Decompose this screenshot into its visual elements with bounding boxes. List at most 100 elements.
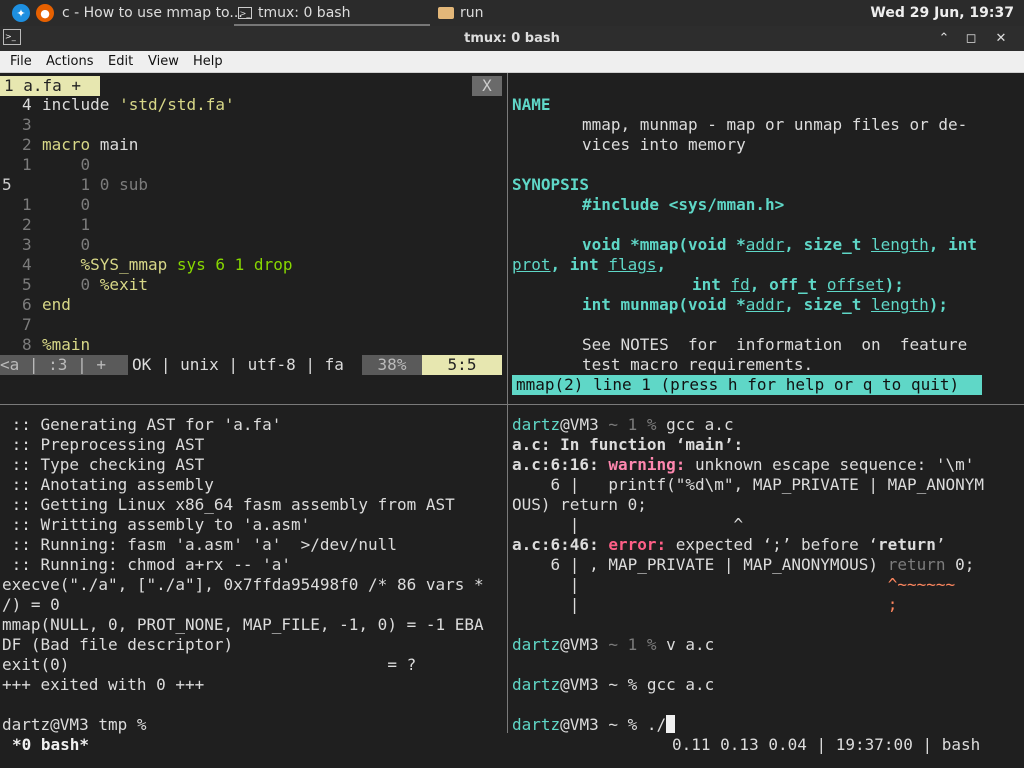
window-titlebar[interactable]: >_ tmux: 0 bash ⌃ ◻ ✕ xyxy=(0,26,1024,51)
compiler-error: a.c:6:46: error: expected ‘;’ before ‘re… xyxy=(512,535,946,554)
editor-line-number: 2 xyxy=(22,135,32,154)
tmux-status-right: 0.11 0.13 0.04 | 19:37:00 | bash xyxy=(672,735,981,754)
window-title: tmux: 0 bash xyxy=(464,31,560,46)
menu-file[interactable]: File xyxy=(10,51,32,73)
menu-edit[interactable]: Edit xyxy=(108,51,133,73)
editor-line-number: 3 xyxy=(22,235,32,254)
top-taskbar: ✦ ● c - How to use mmap to... >_ tmux: 0… xyxy=(0,0,1024,26)
terminal-icon: >_ xyxy=(238,7,252,19)
task-terminal-label: tmux: 0 bash xyxy=(258,5,351,21)
editor-line[interactable]: 0 %exit xyxy=(42,275,148,295)
shell-prompt-line: dartz@VM3 ~ 1 % v a.c xyxy=(512,635,715,654)
task-folder[interactable]: run xyxy=(438,0,484,26)
man-proto-line: prot, int flags, xyxy=(512,255,667,274)
compiler-warning: a.c:6:16: warning: unknown escape sequen… xyxy=(512,455,975,474)
compiler-source: 6 | , MAP_PRIVATE | MAP_ANONYMOUS) retur… xyxy=(512,555,975,574)
editor-status-info: OK | unix | utf-8 | fa xyxy=(132,355,344,374)
compiler-source: 6 | printf("%d\m", MAP_PRIVATE | MAP_ANO… xyxy=(512,475,985,494)
editor-line[interactable]: 0 xyxy=(42,235,91,255)
compiler-caret: | ^ xyxy=(512,515,744,534)
pane-divider-top[interactable] xyxy=(507,73,508,404)
editor-line-number: 7 xyxy=(22,315,32,334)
task-browser-label: c - How to use mmap to... xyxy=(62,5,243,21)
editor-line-number: 3 xyxy=(22,115,32,134)
compiler-caret: | ^~~~~~~ xyxy=(512,575,956,594)
log-line: +++ exited with 0 +++ xyxy=(2,675,205,694)
man-proto-line: void *mmap(void *addr, size_t length, in… xyxy=(582,235,977,254)
menu-view[interactable]: View xyxy=(148,51,179,73)
log-line: :: Getting Linux x86_64 fasm assembly fr… xyxy=(2,495,455,514)
menu-help[interactable]: Help xyxy=(193,51,223,73)
man-name-header: NAME xyxy=(512,95,551,114)
man-text: See NOTES for information on feature xyxy=(582,335,968,354)
editor-line[interactable]: %main xyxy=(42,335,90,355)
shell-prompt[interactable]: dartz@VM3 tmp % xyxy=(2,715,147,735)
compiler-output: a.c: In function ‘main’: xyxy=(512,435,744,454)
man-text: test macro requirements. xyxy=(582,355,814,374)
log-line: DF (Bad file descriptor) xyxy=(2,635,234,654)
close-button[interactable]: ✕ xyxy=(990,26,1012,51)
editor-line[interactable]: 1 xyxy=(42,215,91,235)
pane-divider-horizontal[interactable] xyxy=(0,404,1024,405)
log-line: mmap(NULL, 0, PROT_NONE, MAP_FILE, -1, 0… xyxy=(2,615,484,634)
log-line: :: Running: fasm 'a.asm' 'a' >/dev/null xyxy=(2,535,397,554)
app-menu-icon[interactable]: ✦ xyxy=(12,4,30,22)
editor-line[interactable]: macro main xyxy=(42,135,138,155)
compiler-source: OUS) return 0; xyxy=(512,495,647,514)
editor-close-button[interactable]: X xyxy=(472,76,502,96)
log-line: /) = 0 xyxy=(2,595,60,614)
editor-line-number: 8 xyxy=(22,335,32,354)
editor-line-number: 5 xyxy=(22,275,32,294)
log-line: :: Anotating assembly xyxy=(2,475,214,494)
minimize-button[interactable]: ⌃ xyxy=(933,26,955,51)
editor-status-mode: <a | :3 | + xyxy=(0,355,128,375)
man-text: mmap, munmap - map or unmap files or de- xyxy=(582,115,968,134)
log-line: execve("./a", ["./a"], 0x7ffda95498f0 /*… xyxy=(2,575,484,594)
log-line: :: Type checking AST xyxy=(2,455,205,474)
compiler-caret: | ; xyxy=(512,595,898,614)
menu-actions[interactable]: Actions xyxy=(46,51,94,73)
terminal-area[interactable]: 1 a.fa + X 4 include 'std/std.fa' 3 2 ma… xyxy=(0,73,1024,768)
folder-icon xyxy=(438,7,454,19)
tmux-window-tab[interactable]: *0 bash* xyxy=(12,735,89,755)
text-cursor xyxy=(666,715,676,733)
menu-bar: File Actions Edit View Help xyxy=(0,51,1024,73)
task-terminal[interactable]: >_ tmux: 0 bash xyxy=(238,0,350,26)
editor-line[interactable]: end xyxy=(42,295,71,315)
log-line: :: Running: chmod a+rx -- 'a' xyxy=(2,555,291,574)
editor-line-number: 6 xyxy=(22,295,32,314)
editor-status-percent: 38% xyxy=(362,355,422,375)
editor-line[interactable]: 0 xyxy=(42,155,91,175)
editor-line-number: 1 xyxy=(22,155,32,174)
editor-current-line-number: 5 xyxy=(2,175,12,194)
log-line: :: Generating AST for 'a.fa' xyxy=(2,415,282,434)
editor-line-number: 1 xyxy=(22,195,32,214)
clock[interactable]: Wed 29 Jun, 19:37 xyxy=(870,0,1014,26)
man-include: #include <sys/mman.h> xyxy=(582,195,785,214)
editor-tab[interactable]: 1 a.fa + xyxy=(0,76,100,96)
firefox-icon[interactable]: ● xyxy=(36,4,54,22)
log-line: :: Writting assembly to 'a.asm' xyxy=(2,515,311,534)
man-proto-line: int munmap(void *addr, size_t length); xyxy=(582,295,949,314)
pane-divider-bottom[interactable] xyxy=(507,405,508,733)
maximize-button[interactable]: ◻ xyxy=(960,26,982,51)
man-synopsis-header: SYNOPSIS xyxy=(512,175,590,194)
shell-active-prompt[interactable]: dartz@VM3 ~ % ./ xyxy=(512,715,676,735)
task-folder-label: run xyxy=(460,5,484,21)
editor-line[interactable]: include 'std/std.fa' xyxy=(42,95,235,115)
editor-line[interactable]: 1 0 sub xyxy=(42,175,148,195)
log-line: :: Preprocessing AST xyxy=(2,435,205,454)
task-browser[interactable]: c - How to use mmap to... xyxy=(62,0,243,26)
man-text: vices into memory xyxy=(582,135,746,154)
man-status-bar: mmap(2) line 1 (press h for help or q to… xyxy=(512,375,982,395)
editor-line[interactable]: %SYS_mmap sys 6 1 drop xyxy=(42,255,293,275)
man-proto-line: int fd, off_t offset); xyxy=(692,275,904,294)
editor-line-number: 4 xyxy=(22,255,32,274)
shell-prompt-line: dartz@VM3 ~ % gcc a.c xyxy=(512,675,715,694)
editor-line[interactable]: 0 xyxy=(42,195,91,215)
shell-prompt-line: dartz@VM3 ~ 1 % gcc a.c xyxy=(512,415,734,434)
editor-line-number: 4 xyxy=(22,95,32,114)
editor-line-number: 2 xyxy=(22,215,32,234)
log-line: exit(0) = ? xyxy=(2,655,417,674)
editor-status-cursor: 5:5 xyxy=(422,355,502,375)
